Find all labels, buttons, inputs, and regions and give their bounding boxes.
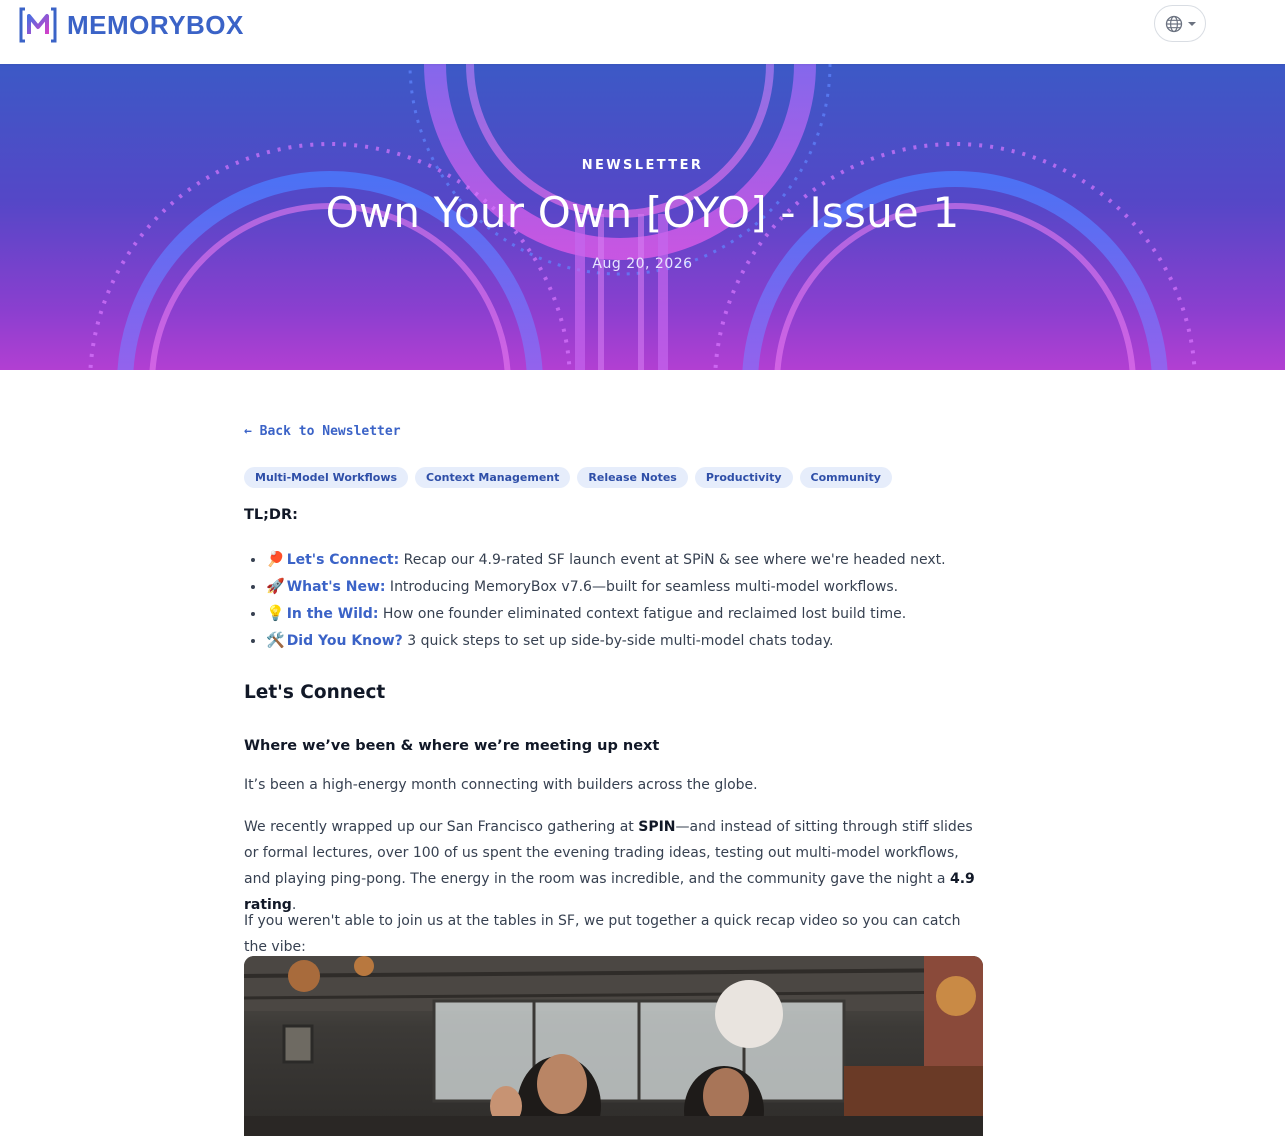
paragraph-intro: It’s been a high-energy month connecting… [244, 777, 758, 793]
venue-name: SPIN [638, 819, 676, 835]
list-item-text: Recap our 4.9-rated SF launch event at S… [399, 552, 946, 568]
tag-context-management[interactable]: Context Management [415, 467, 571, 488]
hero-banner: NEWSLETTER Own Your Own [OYO] - Issue 1 … [0, 64, 1285, 370]
paragraph-text: We recently wrapped up our San Francisco… [244, 819, 639, 835]
section-heading-lets-connect: Let's Connect [244, 682, 386, 703]
tldr-heading: TL;DR: [244, 507, 298, 523]
language-selector-button[interactable] [1154, 5, 1206, 42]
ping-pong-icon: 🏓 [266, 550, 285, 568]
tldr-link-lets-connect[interactable]: Let's Connect: [287, 552, 400, 568]
top-navigation-bar: MEMORYBOX [0, 0, 1285, 64]
list-item-text: Introducing MemoryBox v7.6—built for sea… [385, 579, 899, 595]
tag-list: Multi-Model Workflows Context Management… [244, 467, 892, 488]
back-to-newsletter-link[interactable]: ← Back to Newsletter [244, 424, 401, 439]
memorybox-logo-icon [19, 7, 57, 43]
tools-icon: 🛠️ [266, 631, 285, 649]
hero-kicker: NEWSLETTER [581, 158, 704, 173]
tldr-list: 🏓Let's Connect: Recap our 4.9-rated SF l… [244, 546, 1006, 654]
chevron-down-icon [1187, 21, 1196, 26]
tag-multi-model-workflows[interactable]: Multi-Model Workflows [244, 467, 409, 488]
paragraph-video-intro: If you weren't able to join us at the ta… [244, 913, 961, 955]
rocket-icon: 🚀 [266, 577, 285, 595]
tldr-link-did-you-know[interactable]: Did You Know? [287, 633, 403, 649]
list-item: 🛠️Did You Know? 3 quick steps to set up … [266, 627, 1006, 654]
subheading: Where we’ve been & where we’re meeting u… [244, 738, 660, 754]
brand-name: MEMORYBOX [67, 9, 244, 40]
list-item: 💡In the Wild: How one founder eliminated… [266, 600, 1006, 627]
page-title: Own Your Own [OYO] - Issue 1 [325, 188, 960, 237]
event-photo [244, 956, 983, 1136]
list-item-text: How one founder eliminated context fatig… [378, 606, 907, 622]
publish-date: Aug 20, 2026 [592, 256, 693, 272]
tag-community[interactable]: Community [799, 467, 892, 488]
memorybox-home-link[interactable]: MEMORYBOX [19, 7, 244, 43]
tldr-link-in-the-wild[interactable]: In the Wild: [287, 606, 379, 622]
globe-icon [1165, 15, 1182, 32]
lightbulb-icon: 💡 [266, 604, 285, 622]
tldr-link-whats-new[interactable]: What's New: [287, 579, 386, 595]
tag-release-notes[interactable]: Release Notes [577, 467, 688, 488]
list-item: 🚀What's New: Introducing MemoryBox v7.6—… [266, 573, 1006, 600]
list-item: 🏓Let's Connect: Recap our 4.9-rated SF l… [266, 546, 1006, 573]
recap-video[interactable] [244, 956, 983, 1136]
tag-productivity[interactable]: Productivity [694, 467, 793, 488]
paragraph-event-recap: We recently wrapped up our San Francisco… [244, 814, 984, 918]
list-item-text: 3 quick steps to set up side-by-side mul… [402, 633, 834, 649]
